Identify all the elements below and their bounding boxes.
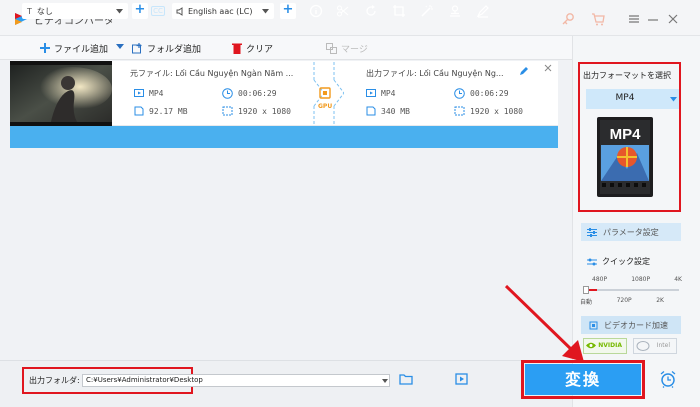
quality-slider-track[interactable] [585, 289, 679, 291]
add-file-label: ファイル追加 [54, 44, 109, 55]
key-icon[interactable] [560, 11, 576, 27]
video-format-icon [366, 89, 376, 97]
clear-label: クリア [246, 44, 274, 55]
add-file-button[interactable]: ファイル追加 [40, 41, 108, 55]
clock-icon [222, 88, 233, 99]
merge-button[interactable]: マージ [326, 41, 368, 55]
plus-icon [40, 43, 50, 53]
add-file-dropdown-icon[interactable] [116, 44, 124, 50]
subtitle-select[interactable]: T なし [22, 3, 128, 19]
resolution-icon [222, 106, 233, 116]
quick-settings-label: クイック設定 [587, 256, 650, 267]
audio-track-select[interactable]: English aac (LC) [172, 3, 274, 19]
merge-label: マージ [341, 44, 368, 55]
crop-icon[interactable] [392, 4, 406, 18]
source-resolution: 1920 x 1080 [222, 106, 291, 116]
output-resolution: 1920 x 1080 [454, 106, 523, 116]
output-file-label: 出力ファイル: Lối Cầu Nguyện Ng... [366, 69, 504, 78]
source-size: 92.17 MB [134, 106, 188, 116]
add-audio-button[interactable]: + [280, 3, 296, 19]
gpu-icon [319, 87, 331, 99]
rotate-icon[interactable] [364, 4, 378, 18]
browse-folder-icon[interactable] [399, 373, 413, 385]
chevron-down-icon[interactable] [380, 374, 390, 387]
chevron-down-icon [262, 9, 269, 14]
intel-logo-icon [636, 341, 650, 351]
video-format-icon [134, 89, 144, 97]
merge-icon [326, 42, 337, 54]
file-size-icon [134, 106, 144, 116]
source-file-label: 元ファイル: Lối Cầu Nguyện Ngàn Năm ... [130, 69, 294, 78]
video-thumbnail[interactable] [10, 61, 112, 126]
file-size-icon [366, 106, 376, 116]
source-duration: 00:06:29 [222, 88, 277, 99]
gpu-acceleration-button[interactable]: ビデオカード加速 [581, 316, 681, 334]
mp4-format-image-label: MP4 [610, 126, 642, 143]
parameter-settings-button[interactable]: パラメータ設定 [581, 223, 681, 241]
file-list-empty-area[interactable] [10, 148, 558, 360]
convert-button[interactable]: 変換 [525, 364, 641, 395]
gpu-chip-icon [589, 321, 598, 329]
mp4-format-icon[interactable]: MP4 [597, 117, 653, 197]
source-format: MP4 [134, 88, 163, 98]
subtitle-icon: T [27, 6, 32, 16]
edit-bar [10, 126, 558, 148]
clear-button[interactable]: クリア [232, 41, 273, 55]
output-format: MP4 [366, 88, 395, 98]
alarm-clock-icon[interactable] [659, 370, 677, 388]
annotation-arrow [504, 284, 584, 362]
trash-icon [232, 43, 242, 54]
add-folder-label: フォルダ追加 [147, 44, 202, 55]
speaker-icon [176, 6, 183, 16]
add-subtitle-button[interactable]: + [132, 3, 148, 19]
cart-icon[interactable] [590, 11, 606, 27]
output-folder-input[interactable]: C:¥Users¥Administrator¥Desktop [82, 374, 390, 387]
info-icon[interactable] [309, 4, 323, 18]
remove-file-icon[interactable] [544, 64, 552, 72]
resolution-icon [454, 106, 465, 116]
clock-icon [454, 88, 465, 99]
quality-labels-top: 480P 1080P 4K [592, 276, 682, 283]
effects-icon[interactable] [420, 4, 434, 18]
quality-labels-bottom: 自動 720P 2K [580, 297, 664, 306]
output-size: 340 MB [366, 106, 410, 116]
add-folder-button[interactable]: フォルダ追加 [132, 41, 201, 55]
output-format-name: MP4 [615, 93, 635, 103]
open-output-folder-icon[interactable] [455, 372, 468, 385]
sliders-icon [587, 227, 597, 237]
subtitle-edit-icon[interactable] [476, 4, 490, 18]
output-folder-label: 出力フォルダ: [29, 376, 80, 385]
cc-icon[interactable]: CC [151, 6, 165, 16]
folder-plus-icon [132, 42, 142, 53]
edit-filename-icon[interactable] [519, 66, 529, 76]
output-duration: 00:06:29 [454, 88, 509, 99]
quick-settings-icon [587, 258, 597, 265]
chevron-down-icon[interactable] [670, 97, 677, 102]
chevron-down-icon [116, 9, 123, 14]
cut-icon[interactable] [336, 4, 350, 18]
gpu-label: GPU [318, 103, 333, 110]
menu-icon[interactable] [626, 11, 642, 27]
minimize-icon[interactable] [645, 11, 661, 27]
watermark-icon[interactable] [448, 4, 462, 18]
close-icon[interactable] [665, 11, 681, 27]
format-panel-title: 出力フォーマットを選択 [583, 71, 671, 80]
